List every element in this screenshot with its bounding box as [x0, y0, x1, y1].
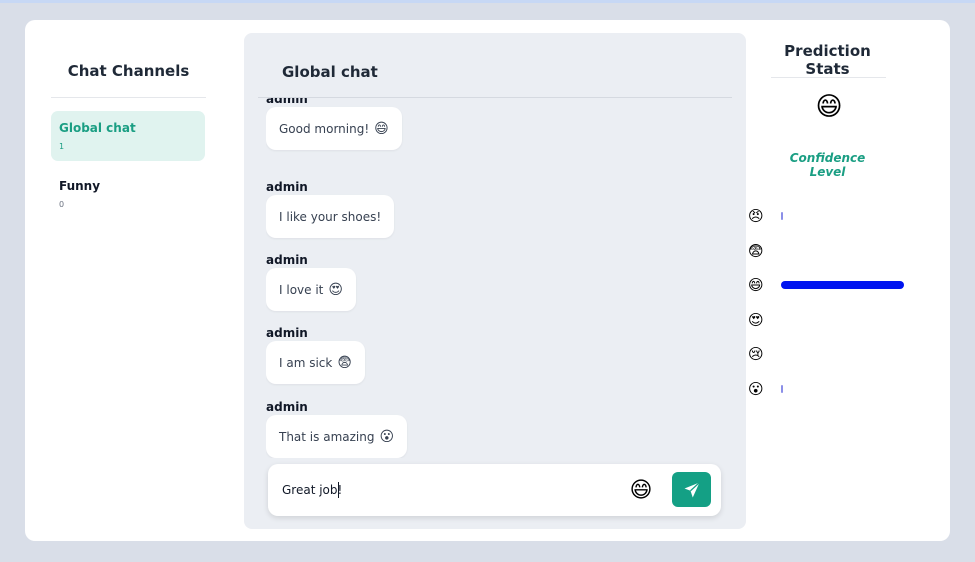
channel-global-chat[interactable]: Global chat 1 [51, 111, 205, 161]
message-text: Good morning! [279, 121, 370, 136]
message: admin I love it 😍 [266, 252, 356, 311]
confidence-bar [781, 384, 783, 393]
message-bubble: Good morning! 😄 [266, 107, 402, 150]
confidence-track [781, 384, 906, 393]
heart-eyes-emoji-icon: 😍 [748, 310, 764, 329]
message-text: I am sick [279, 355, 333, 370]
message-input[interactable] [282, 478, 612, 502]
channel-name: Funny [59, 179, 101, 193]
message: admin I am sick 😨 [266, 325, 365, 384]
message-text: That is amazing [279, 429, 375, 444]
predicted-emoji-icon[interactable]: 😄 [628, 478, 654, 504]
confidence-row-heart-eyes: 😍 [748, 310, 908, 330]
fearful-emoji-icon: 😨 [748, 241, 764, 260]
channels-divider [51, 97, 206, 98]
confidence-track [781, 350, 906, 358]
grinning-emoji-icon: 😄 [374, 120, 389, 137]
message-bubble: I love it 😍 [266, 268, 356, 311]
chat-title: Global chat [282, 63, 378, 81]
channels-title: Chat Channels [67, 62, 190, 80]
confidence-row-angry: 😠 [748, 206, 908, 226]
confidence-track [781, 316, 906, 324]
message-author: admin [266, 253, 308, 267]
sad-emoji-icon: 😢 [748, 345, 764, 363]
confidence-track [781, 281, 906, 289]
confidence-row-surprised: 😮 [748, 379, 908, 399]
window-top-border [0, 0, 975, 3]
fearful-emoji-icon: 😨 [337, 354, 352, 371]
confidence-row-sad: 😢 [748, 344, 908, 364]
stats-title: Prediction Stats [784, 42, 871, 78]
stats-divider [771, 77, 886, 78]
text-caret [338, 482, 339, 498]
message: admin Good morning! 😄 [266, 98, 402, 150]
confidence-track [781, 212, 906, 220]
message-text: I love it [279, 282, 324, 297]
message: admin I like your shoes! [266, 179, 395, 238]
message-author: admin [266, 98, 308, 106]
confidence-level-label: Confidence Level [789, 151, 866, 179]
heart-eyes-emoji-icon: 😍 [328, 281, 343, 298]
confidence-row-grinning: 😄 [748, 275, 908, 295]
confidence-row-fearful: 😨 [748, 241, 908, 261]
channel-count: 1 [59, 142, 65, 151]
prediction-emoji-icon: 😄 [815, 92, 843, 122]
channel-count: 0 [59, 200, 65, 209]
message-author: admin [266, 326, 308, 340]
confidence-track [781, 247, 906, 255]
message: admin That is amazing 😮 [266, 399, 408, 458]
send-button[interactable] [672, 472, 711, 507]
grinning-emoji-icon: 😄 [748, 276, 764, 294]
message-list[interactable]: admin Good morning! 😄 admin I like your … [266, 98, 736, 458]
confidence-bar [781, 212, 783, 220]
message-composer: 😄 [268, 464, 721, 516]
message-author: admin [266, 180, 308, 194]
paper-plane-icon [684, 481, 700, 497]
message-bubble: That is amazing 😮 [266, 415, 408, 458]
message-author: admin [266, 400, 308, 414]
channel-funny[interactable]: Funny 0 [51, 169, 205, 219]
confidence-bar [781, 281, 904, 289]
surprised-emoji-icon: 😮 [379, 428, 395, 445]
message-bubble: I am sick 😨 [266, 341, 365, 384]
chat-panel: Global chat admin Good morning! 😄 admin … [244, 33, 746, 529]
channel-name: Global chat [59, 121, 136, 135]
message-text: I like your shoes! [279, 209, 382, 224]
message-bubble: I like your shoes! [266, 195, 395, 238]
surprised-emoji-icon: 😮 [748, 379, 764, 398]
angry-emoji-icon: 😠 [748, 207, 764, 225]
